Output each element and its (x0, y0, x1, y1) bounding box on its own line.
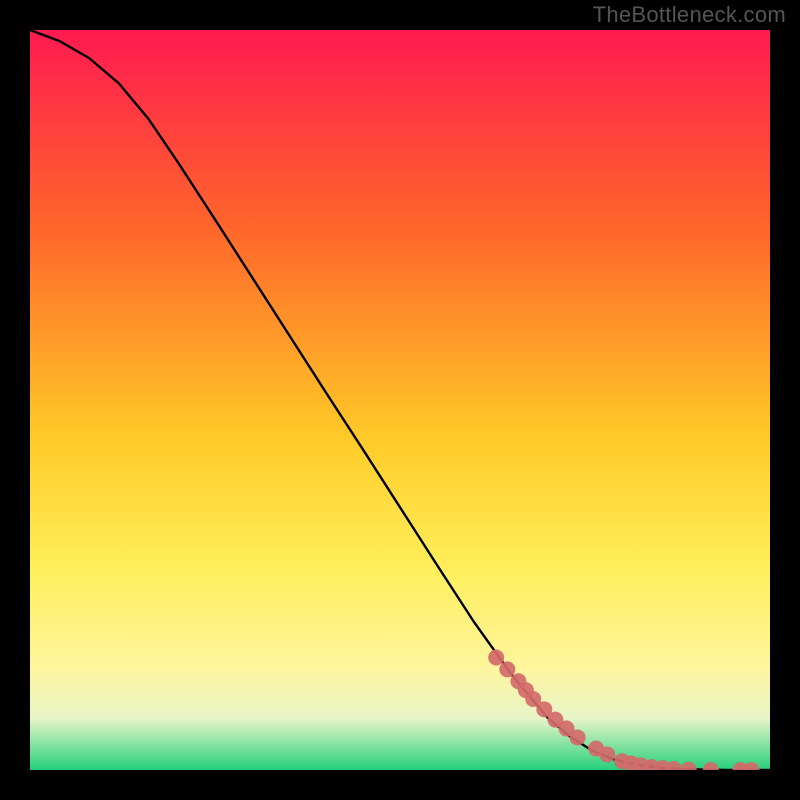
marker-point (570, 729, 586, 745)
gradient-background (30, 30, 770, 770)
marker-point (488, 650, 504, 666)
marker-point (499, 661, 515, 677)
chart-stage: TheBottleneck.com (0, 0, 800, 800)
watermark-text: TheBottleneck.com (593, 2, 786, 28)
plot-svg (30, 30, 770, 770)
plot-area (30, 30, 770, 770)
marker-point (599, 746, 615, 762)
